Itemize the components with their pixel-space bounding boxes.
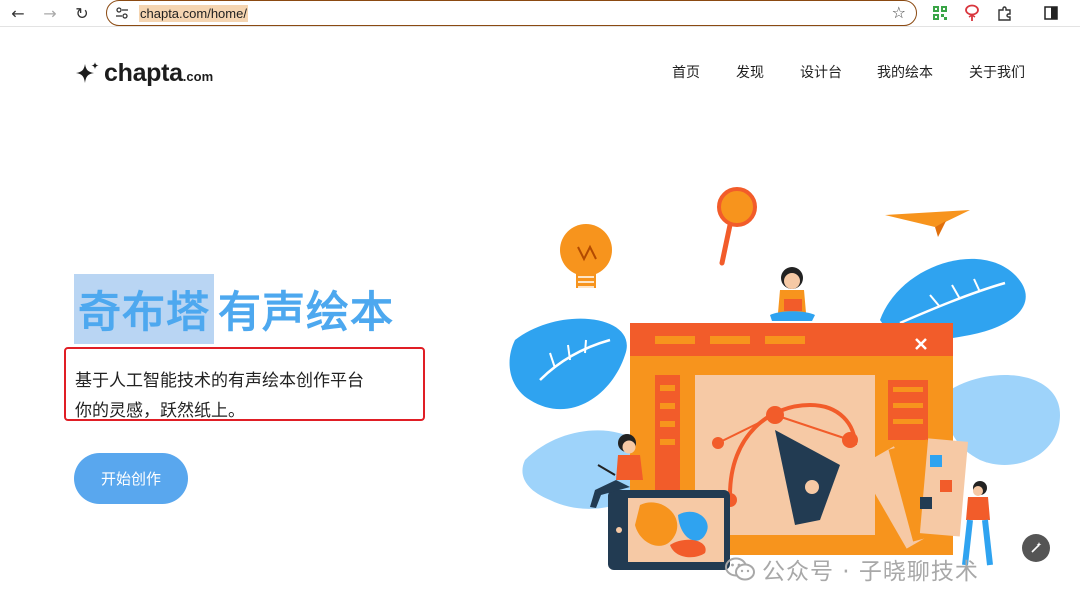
hero-title-highlight: 奇布塔 <box>74 274 214 344</box>
watermark-text: 公众号 · 子晓聊技术 <box>762 559 979 585</box>
lightbulb <box>560 224 612 276</box>
hero-illustration <box>509 187 1060 570</box>
address-bar[interactable]: chapta.com/home/ ☆ <box>106 0 917 26</box>
url-text[interactable]: chapta.com/home/ <box>139 5 248 22</box>
logo-suffix: .com <box>182 69 214 84</box>
hero-title: 奇布塔 有声绘本 <box>74 274 394 344</box>
nav-design-studio[interactable]: 设计台 <box>800 63 842 83</box>
hero-description-line-1: 基于人工智能技术的有声绘本创作平台 <box>75 371 364 391</box>
logo-wordmark: chapta <box>104 59 183 87</box>
reload-icon[interactable]: ↻ <box>71 2 93 24</box>
forward-arrow-icon[interactable]: → <box>39 2 61 24</box>
browser-toolbar: ← → ↻ chapta.com/home/ ☆ <box>0 0 1080 27</box>
wechat-icon <box>725 557 755 581</box>
logo-sparkle-icon <box>76 61 99 83</box>
hero-description-line-2: 你的灵感，跃然纸上。 <box>75 401 245 421</box>
paper-plane <box>885 210 970 227</box>
side-panel-icon[interactable] <box>1041 3 1061 23</box>
site-logo[interactable]: chapta .com <box>74 59 213 88</box>
nav-discover[interactable]: 发现 <box>736 63 764 83</box>
nav-about-us[interactable]: 关于我们 <box>969 63 1025 83</box>
hero-title-rest: 有声绘本 <box>218 288 394 338</box>
extensions-puzzle-icon[interactable] <box>995 3 1015 23</box>
nav-home[interactable]: 首页 <box>672 63 700 83</box>
magic-wand-icon[interactable] <box>1022 534 1050 562</box>
bookmark-star-icon[interactable]: ☆ <box>892 3 906 22</box>
blue-leaf-left <box>509 318 627 410</box>
wechat-watermark: 公众号 · 子晓聊技术 <box>724 553 979 585</box>
nav-my-books[interactable]: 我的绘本 <box>877 63 933 83</box>
site-info-icon[interactable] <box>114 5 130 21</box>
back-arrow-icon[interactable]: ← <box>7 2 29 24</box>
magnifier <box>717 187 757 227</box>
start-creating-button[interactable]: 开始创作 <box>74 453 188 504</box>
extension-qr-icon[interactable] <box>930 3 950 23</box>
extension-pin-icon[interactable] <box>962 3 982 23</box>
person-laptop-top <box>770 267 815 321</box>
